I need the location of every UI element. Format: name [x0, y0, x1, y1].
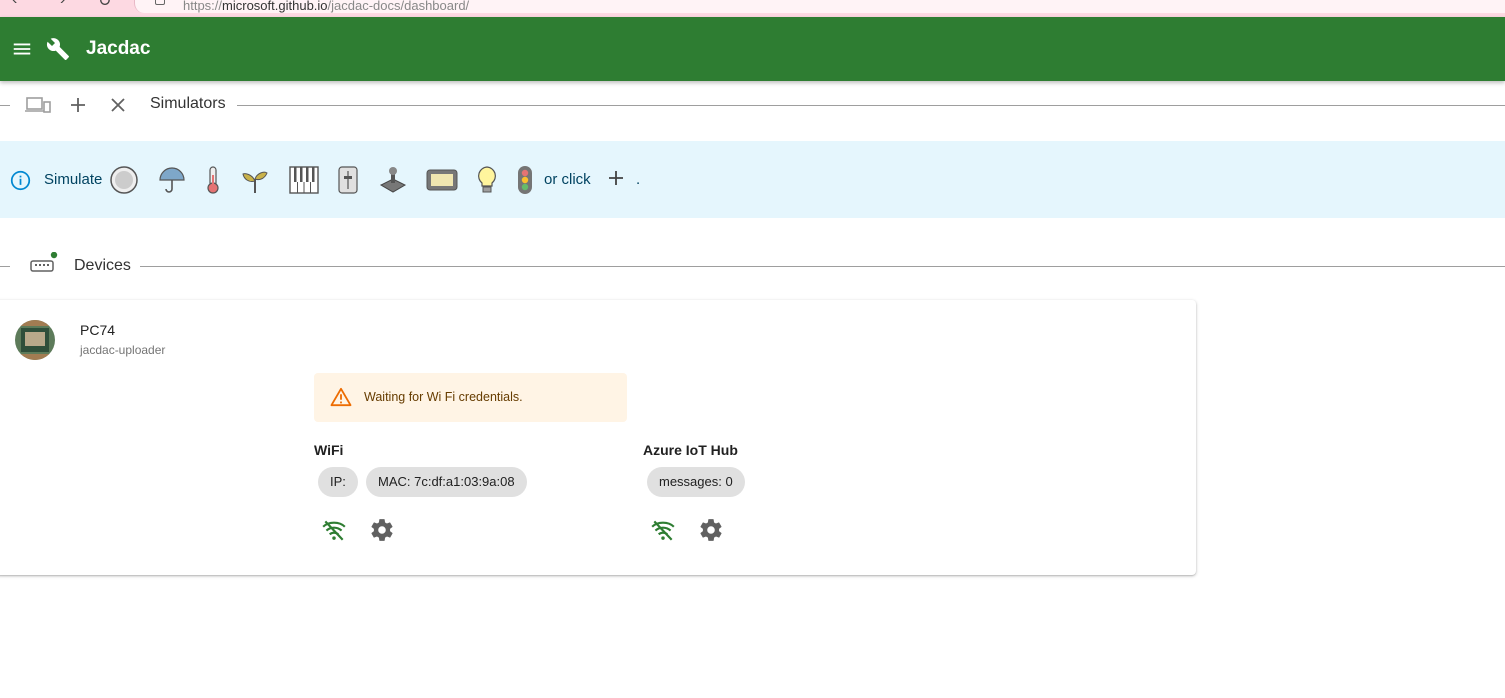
joystick-simulator-icon[interactable]: [376, 163, 410, 197]
app-bar: Jacdac: [0, 17, 1505, 81]
wrench-icon[interactable]: [46, 37, 70, 61]
device-avatar[interactable]: [15, 320, 55, 360]
alert-message: Waiting for Wi Fi credentials.: [364, 390, 523, 404]
section-title-devices: Devices: [74, 257, 131, 274]
or-click-label: or click: [544, 171, 591, 188]
screen-simulator-icon[interactable]: [425, 163, 459, 197]
menu-icon[interactable]: [11, 38, 33, 60]
slider-simulator-icon[interactable]: [331, 163, 365, 197]
mac-chip[interactable]: MAC: 7c:df:a1:03:9a:08: [366, 467, 527, 497]
forward-icon[interactable]: ›: [60, 0, 65, 9]
wifi-off-icon[interactable]: [321, 517, 347, 543]
address-bar[interactable]: https://microsoft.github.io/jacdac-docs/…: [134, 0, 1505, 13]
warning-icon: [330, 387, 352, 407]
add-simulator-icon[interactable]: [605, 167, 627, 189]
device-name[interactable]: PC74: [80, 322, 115, 338]
messages-chip[interactable]: messages: 0: [647, 467, 745, 497]
simulate-label: Simulate: [44, 171, 103, 188]
gear-icon[interactable]: [698, 517, 724, 543]
traffic-light-simulator-icon[interactable]: [508, 163, 542, 197]
piano-simulator-icon[interactable]: [287, 163, 321, 197]
ip-chip[interactable]: IP:: [318, 467, 358, 497]
soil-moisture-simulator-icon[interactable]: [238, 163, 272, 197]
warning-alert: Waiting for Wi Fi credentials.: [314, 373, 627, 422]
devices-header: Devices: [0, 252, 1505, 282]
rain-gauge-simulator-icon[interactable]: [155, 163, 189, 197]
reload-icon[interactable]: ↻: [98, 0, 111, 11]
devices-icon[interactable]: [24, 94, 52, 116]
add-icon[interactable]: [66, 94, 90, 116]
banner-end-dot: .: [636, 171, 641, 188]
lock-icon: [155, 0, 165, 5]
cloud-off-icon[interactable]: [650, 517, 676, 543]
back-icon[interactable]: ‹: [12, 0, 17, 9]
close-icon[interactable]: [106, 94, 130, 116]
status-dot: [50, 252, 58, 259]
gear-icon[interactable]: [369, 517, 395, 543]
info-icon: [10, 170, 31, 191]
thermometer-simulator-icon[interactable]: [196, 163, 230, 197]
simulators-header: Simulators: [0, 90, 1505, 120]
app-title[interactable]: Jacdac: [86, 38, 150, 60]
device-subtitle: jacdac-uploader: [80, 343, 166, 357]
device-card: PC74 jacdac-uploader Waiting for Wi Fi c…: [0, 300, 1196, 575]
service-title-wifi: WiFi: [314, 442, 344, 458]
browser-toolbar: ‹ › ↻ https://microsoft.github.io/jacdac…: [0, 0, 1505, 17]
connection-icon[interactable]: [28, 252, 58, 278]
service-title-azure-iot-hub: Azure IoT Hub: [643, 442, 738, 458]
button-simulator-icon[interactable]: [107, 163, 141, 197]
section-title-simulators: Simulators: [150, 95, 226, 112]
simulate-banner: Simulate or click .: [0, 141, 1505, 218]
light-bulb-simulator-icon[interactable]: [470, 163, 504, 197]
